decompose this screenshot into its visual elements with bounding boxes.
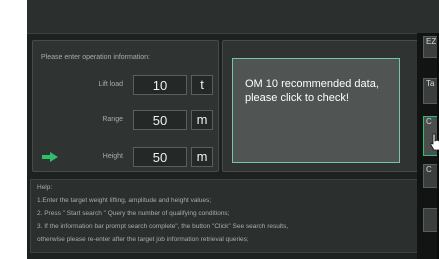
help-title: Help:: [37, 184, 53, 191]
lift-load-label: Lift load: [98, 81, 123, 88]
help-line: 3. If the information bar prompt search …: [37, 223, 289, 230]
range-label: Range: [102, 116, 123, 123]
recommended-data-message: OM 10 recommended data, please click to …: [245, 78, 379, 104]
top-bar: [27, 0, 439, 34]
app-screen: Please enter operation information: Lift…: [27, 0, 439, 259]
height-unit: m: [191, 147, 213, 167]
recommended-data-button[interactable]: OM 10 recommended data, please click to …: [232, 58, 400, 163]
range-unit: m: [191, 110, 213, 130]
range-input[interactable]: 50: [133, 110, 187, 130]
help-line: 2. Press " Start search " Query the numb…: [37, 210, 230, 217]
help-line: otherwise please re-enter after the targ…: [37, 236, 249, 243]
operation-info-title: Please enter operation information:: [41, 54, 150, 61]
lift-load-unit: t: [191, 75, 213, 95]
arrow-right-icon: [42, 152, 58, 162]
height-label: Height: [102, 153, 123, 160]
hand-cursor-icon: [430, 133, 439, 151]
help-panel: Help: 1.Enter the target weight lifting,…: [30, 179, 418, 253]
lift-load-input[interactable]: 10: [133, 75, 187, 95]
help-line: 1.Enter the target weight lifting, ampli…: [37, 197, 212, 204]
height-input[interactable]: 50: [133, 147, 187, 167]
